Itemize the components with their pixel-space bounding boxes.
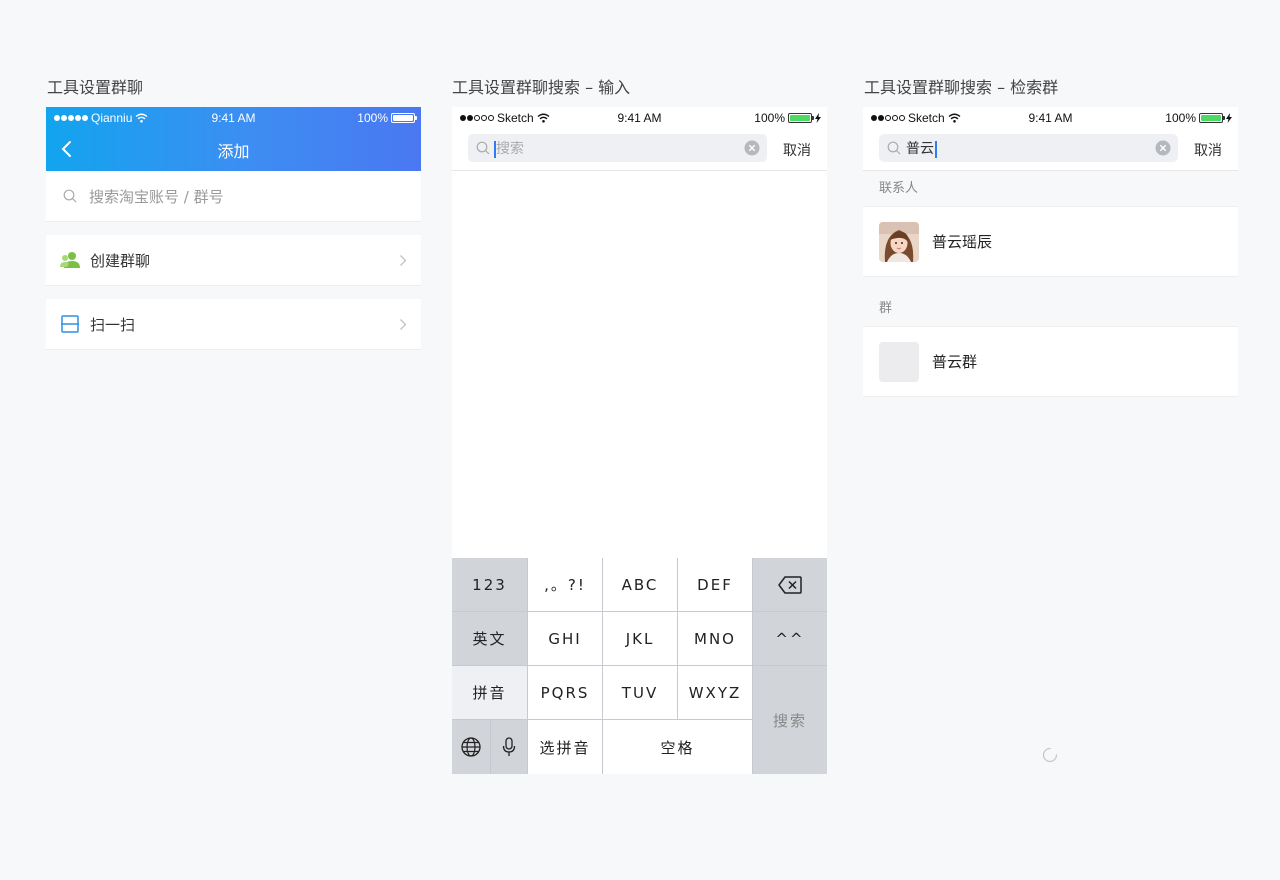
status-bar: Qianniu 9:41 AM 100% (46, 107, 421, 127)
group-name: 普云群 (932, 353, 978, 371)
scan-item[interactable]: 扫一扫 (46, 299, 421, 350)
search-header: Sketch 9:41 AM 100% 普云 取消 (863, 107, 1238, 171)
search-input[interactable]: 搜索 (468, 134, 767, 162)
screen-add: Qianniu 9:41 AM 100% 添加 搜索淘宝账号 / 群号 创建群聊 (46, 107, 421, 363)
text-caret (494, 140, 496, 158)
frame-title-2: 工具设置群聊搜索 – 输入 (452, 78, 631, 97)
key-jkl[interactable]: JKL (603, 612, 678, 666)
search-bar: 搜索 取消 (452, 127, 827, 171)
scan-icon (61, 315, 79, 333)
key-punctuation[interactable]: ,。?! (528, 558, 603, 612)
section-label-groups: 群 (879, 301, 893, 316)
search-bar: 普云 取消 (863, 127, 1238, 171)
search-placeholder: 搜索 (496, 141, 524, 157)
contact-result-item[interactable]: 普云瑶辰 (863, 206, 1238, 277)
backspace-key[interactable] (753, 558, 827, 612)
key-select-pinyin[interactable]: 选拼音 (528, 720, 603, 774)
search-input[interactable]: 普云 (879, 134, 1178, 162)
avatar (879, 221, 919, 262)
key-tuv[interactable]: TUV (603, 666, 678, 720)
key-wxyz[interactable]: WXYZ (678, 666, 753, 720)
chinese-keyboard: 123 ,。?! ABC DEF 英文 GHI JKL MNO ^^ 拼音 PQ… (452, 558, 827, 774)
frame-title-1: 工具设置群聊 (47, 78, 144, 97)
group-avatar (879, 341, 919, 382)
battery-percent: 100% (357, 111, 388, 125)
cancel-button[interactable]: 取消 (783, 140, 811, 160)
screen-search-input: Sketch 9:41 AM 100% 搜索 取消 123 ,。?! ABC D… (452, 107, 827, 774)
microphone-icon (502, 737, 516, 756)
search-key[interactable]: 搜索 (753, 666, 827, 774)
create-group-chat-label: 创建群聊 (90, 251, 151, 270)
battery-icon (391, 113, 417, 123)
space-key[interactable]: 空格 (603, 720, 753, 774)
text-caret (935, 140, 937, 158)
key-pqrs[interactable]: PQRS (528, 666, 603, 720)
battery-icon (788, 113, 814, 123)
key-123[interactable]: 123 (452, 558, 528, 612)
key-ghi[interactable]: GHI (528, 612, 603, 666)
scan-label: 扫一扫 (90, 315, 136, 334)
chevron-right-icon (400, 255, 407, 266)
globe-icon (461, 737, 481, 757)
clear-icon[interactable] (744, 140, 760, 156)
account-search-input[interactable]: 搜索淘宝账号 / 群号 (46, 171, 421, 222)
key-abc[interactable]: ABC (603, 558, 678, 612)
loading-spinner-icon (1042, 747, 1058, 763)
key-english[interactable]: 英文 (452, 612, 528, 666)
group-result-item[interactable]: 普云群 (863, 326, 1238, 397)
section-label-contacts: 联系人 (879, 181, 919, 196)
globe-key[interactable] (452, 720, 491, 774)
search-value: 普云 (906, 141, 934, 157)
key-mno[interactable]: MNO (678, 612, 753, 666)
screen-search-results: Sketch 9:41 AM 100% 普云 取消 联系人 普云瑶辰 群 普云群 (863, 107, 1238, 397)
charging-bolt-icon (815, 113, 821, 123)
microphone-key[interactable] (491, 720, 528, 774)
backspace-icon (778, 575, 802, 594)
battery-percent: 100% (754, 111, 785, 125)
search-icon (887, 141, 901, 155)
battery-icon (1199, 113, 1225, 123)
cancel-button[interactable]: 取消 (1194, 140, 1222, 160)
search-icon (476, 141, 490, 155)
group-user-icon (60, 252, 80, 268)
create-group-chat-item[interactable]: 创建群聊 (46, 235, 421, 286)
charging-bolt-icon (1226, 113, 1232, 123)
chevron-right-icon (400, 319, 407, 330)
key-pinyin[interactable]: 拼音 (452, 666, 528, 720)
key-emoticon[interactable]: ^^ (753, 612, 827, 666)
search-placeholder: 搜索淘宝账号 / 群号 (89, 187, 224, 206)
search-icon (63, 189, 77, 203)
contact-name: 普云瑶辰 (932, 233, 993, 251)
page-title: 添加 (217, 142, 250, 161)
clear-icon[interactable] (1155, 140, 1171, 156)
status-bar: Sketch 9:41 AM 100% (452, 107, 827, 127)
frame-title-3: 工具设置群聊搜索 – 检索群 (864, 78, 1059, 97)
battery-percent: 100% (1165, 111, 1196, 125)
status-bar: Sketch 9:41 AM 100% (863, 107, 1238, 127)
nav-bar: Qianniu 9:41 AM 100% 添加 (46, 107, 421, 171)
key-def[interactable]: DEF (678, 558, 753, 612)
